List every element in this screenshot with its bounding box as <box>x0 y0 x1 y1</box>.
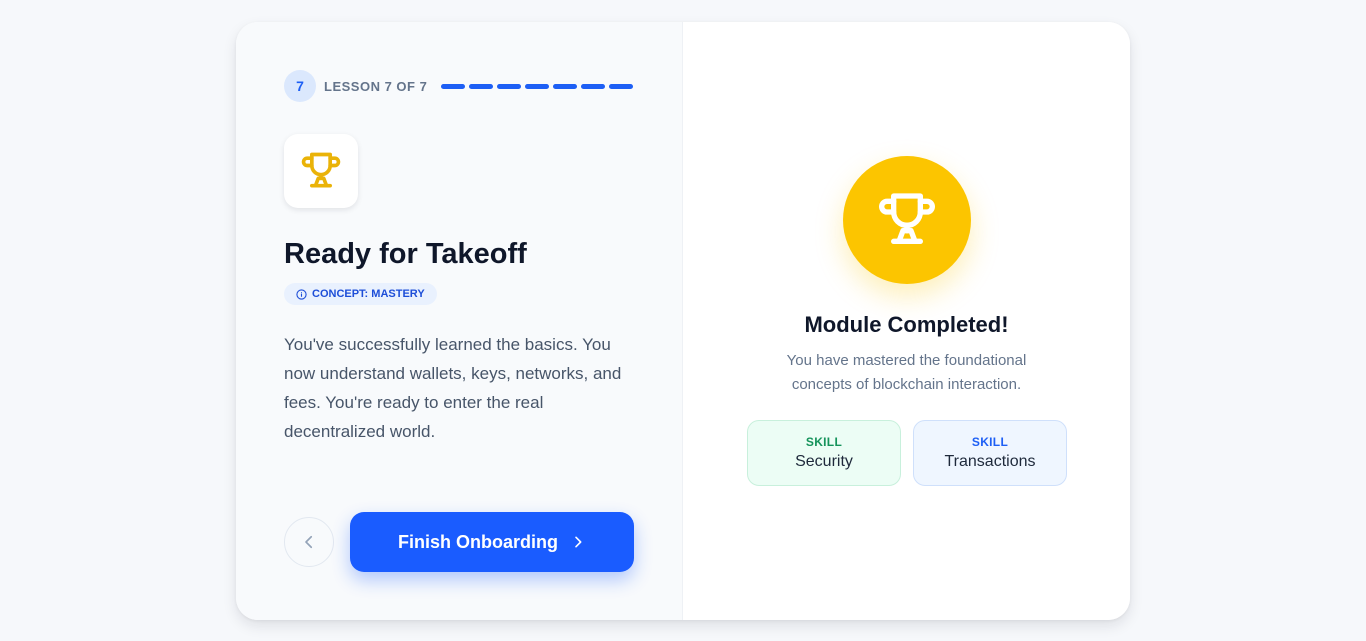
step-number-badge: 7 <box>284 70 316 102</box>
completion-panel: Module Completed! You have mastered the … <box>683 22 1130 620</box>
progress-segments <box>441 83 634 89</box>
module-completed-title: Module Completed! <box>804 312 1009 337</box>
progress-segment <box>497 83 522 89</box>
skill-tag: SKILL <box>971 435 1009 449</box>
skill-name: Security <box>795 453 853 470</box>
lesson-icon-tile <box>284 134 358 208</box>
concept-label: CONCEPT: MASTERY <box>312 288 425 300</box>
lesson-counter: LESSON 7 OF 7 <box>324 78 428 94</box>
finish-button-label: Finish Onboarding <box>398 531 558 552</box>
lesson-panel: 7 LESSON 7 OF 7 Ready for Takeoff CONCEP… <box>236 22 683 620</box>
progress-segment <box>553 83 578 89</box>
skill-tag: SKILL <box>805 435 843 449</box>
progress-segment <box>525 83 550 89</box>
info-icon <box>296 288 307 300</box>
module-completed-subtitle: You have mastered the foundational conce… <box>786 352 1027 393</box>
progress-segment <box>609 83 634 89</box>
lesson-progress: 7 LESSON 7 OF 7 <box>284 70 634 102</box>
lesson-title: Ready for Takeoff <box>284 238 527 270</box>
finish-onboarding-button[interactable]: Finish Onboarding <box>350 512 634 572</box>
lesson-description: You've successfully learned the basics. … <box>284 335 622 441</box>
chevron-right-icon <box>575 536 582 548</box>
trophy-icon <box>301 152 341 188</box>
concept-badge: CONCEPT: MASTERY <box>284 283 437 305</box>
skills-earned: SKILL Security SKILL Transactions <box>747 420 1067 486</box>
progress-segment <box>441 83 466 89</box>
completion-trophy <box>843 156 971 284</box>
back-button[interactable] <box>284 517 334 567</box>
trophy-icon <box>879 193 935 244</box>
chevron-left-icon <box>305 535 313 549</box>
progress-segment <box>581 83 606 89</box>
skill-badge-transactions: SKILL Transactions <box>913 420 1067 486</box>
skill-name: Transactions <box>944 453 1036 470</box>
onboarding-card: 7 LESSON 7 OF 7 Ready for Takeoff CONCEP… <box>236 22 1130 620</box>
skill-badge-security: SKILL Security <box>747 420 901 486</box>
progress-segment <box>469 83 494 89</box>
